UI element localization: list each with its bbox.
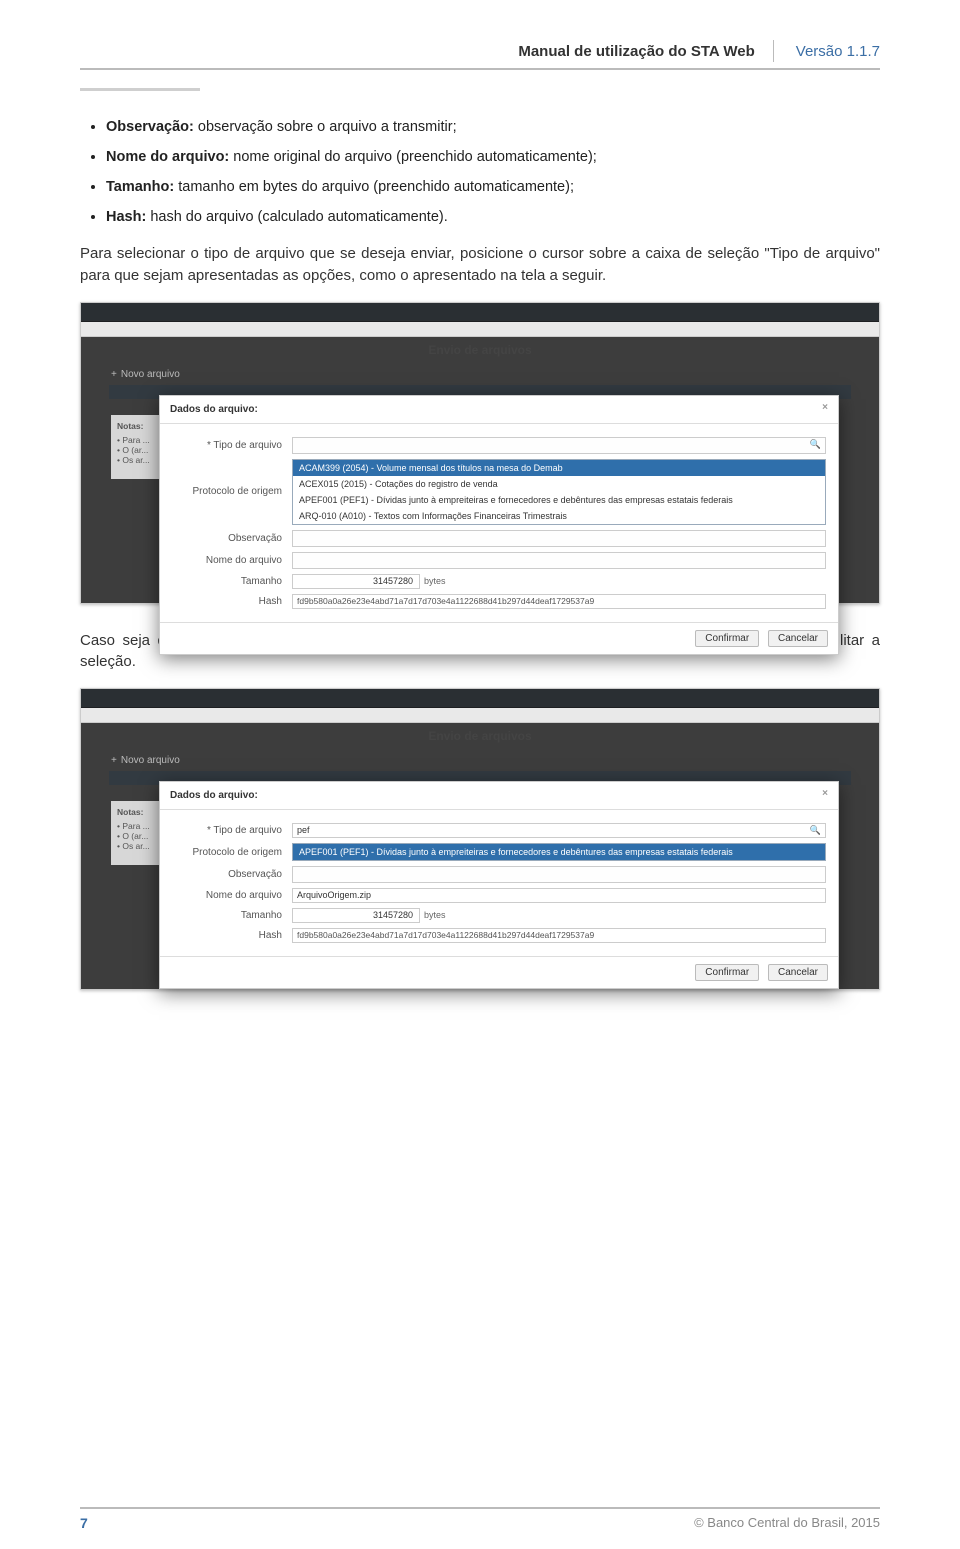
label-tipo: * Tipo de arquivo — [172, 825, 292, 836]
confirm-button[interactable]: Confirmar — [695, 630, 759, 647]
label-tamanho: Tamanho — [172, 910, 292, 921]
section-title: Envio de arquivos — [81, 723, 879, 749]
modal-header: Dados do arquivo: × — [160, 396, 838, 424]
label-protocolo: Protocolo de origem — [172, 486, 292, 497]
file-modal: Dados do arquivo: × * Tipo de arquivo pe… — [159, 781, 839, 989]
hash-input[interactable]: fd9b580a0a26e23e4abd71a7d17d703e4a112268… — [292, 594, 826, 609]
doc-header-version: Versão 1.1.7 — [796, 43, 880, 60]
search-icon[interactable]: 🔍 — [810, 439, 821, 450]
dropdown-option[interactable]: APEF001 (PEF1) - Dívidas junto à empreit… — [293, 844, 825, 860]
app-topbar — [81, 689, 879, 708]
screenshot-1: Envio de arquivos Novo arquivo Notas: • … — [80, 302, 880, 604]
dropdown-option[interactable]: APEF001 (PEF1) - Dívidas junto à empreit… — [293, 492, 825, 508]
nome-input[interactable]: ArquivoOrigem.zip — [292, 888, 826, 903]
tamanho-input[interactable]: 31457280 — [292, 574, 420, 589]
modal-header: Dados do arquivo: × — [160, 782, 838, 810]
dropdown-option[interactable]: ACEX015 (2015) - Cotações do registro de… — [293, 476, 825, 492]
dropdown-option[interactable]: ACAM399 (2054) - Volume mensal dos títul… — [293, 460, 825, 476]
app-menubar — [81, 708, 879, 723]
label-nome: Nome do arquivo — [172, 890, 292, 901]
cancel-button[interactable]: Cancelar — [768, 630, 828, 647]
tipo-dropdown[interactable]: APEF001 (PEF1) - Dívidas junto à empreit… — [292, 843, 826, 861]
tipo-dropdown[interactable]: ACAM399 (2054) - Volume mensal dos títul… — [292, 459, 826, 525]
new-file-button[interactable]: Novo arquivo — [111, 755, 180, 766]
label-tamanho: Tamanho — [172, 576, 292, 587]
cancel-button[interactable]: Cancelar — [768, 964, 828, 981]
tamanho-input[interactable]: 31457280 — [292, 908, 420, 923]
section-title: Envio de arquivos — [81, 337, 879, 363]
obs-input[interactable] — [292, 530, 826, 547]
doc-header-title: Manual de utilização do STA Web — [518, 43, 754, 60]
list-item: Hash: hash do arquivo (calculado automat… — [106, 209, 880, 225]
paragraph-1: Para selecionar o tipo de arquivo que se… — [80, 243, 880, 287]
list-item: Nome do arquivo: nome original do arquiv… — [106, 149, 880, 165]
screenshot-2: Envio de arquivos Novo arquivo Notas: • … — [80, 688, 880, 990]
dropdown-option[interactable]: ARQ-010 (A010) - Textos com Informações … — [293, 508, 825, 524]
label-protocolo: Protocolo de origem — [172, 847, 292, 858]
page-footer: 7 © Banco Central do Brasil, 2015 — [80, 1507, 880, 1531]
list-item: Observação: observação sobre o arquivo a… — [106, 119, 880, 135]
label-obs: Observação — [172, 869, 292, 880]
obs-input[interactable] — [292, 866, 826, 883]
app-menubar — [81, 322, 879, 337]
bytes-unit: bytes — [424, 576, 446, 586]
header-rule — [80, 68, 880, 70]
confirm-button[interactable]: Confirmar — [695, 964, 759, 981]
header-separator — [773, 40, 774, 62]
close-icon[interactable]: × — [822, 788, 828, 799]
list-item: Tamanho: tamanho em bytes do arquivo (pr… — [106, 179, 880, 195]
label-tipo: * Tipo de arquivo — [172, 440, 292, 451]
label-obs: Observação — [172, 533, 292, 544]
file-modal: Dados do arquivo: × * Tipo de arquivo 🔍 … — [159, 395, 839, 655]
tipo-input[interactable]: 🔍 — [292, 437, 826, 454]
label-nome: Nome do arquivo — [172, 555, 292, 566]
tipo-input[interactable]: pef 🔍 — [292, 823, 826, 838]
close-icon[interactable]: × — [822, 402, 828, 413]
search-icon[interactable]: 🔍 — [810, 824, 821, 837]
new-file-button[interactable]: Novo arquivo — [111, 369, 180, 380]
copyright: © Banco Central do Brasil, 2015 — [694, 1515, 880, 1531]
header-short-rule — [80, 88, 200, 91]
bytes-unit: bytes — [424, 910, 446, 920]
nome-input[interactable] — [292, 552, 826, 569]
label-hash: Hash — [172, 930, 292, 941]
page-number: 7 — [80, 1515, 88, 1531]
hash-input[interactable]: fd9b580a0a26e23e4abd71a7d17d703e4a112268… — [292, 928, 826, 943]
app-topbar — [81, 303, 879, 322]
label-hash: Hash — [172, 596, 292, 607]
definition-list: Observação: observação sobre o arquivo a… — [106, 119, 880, 225]
